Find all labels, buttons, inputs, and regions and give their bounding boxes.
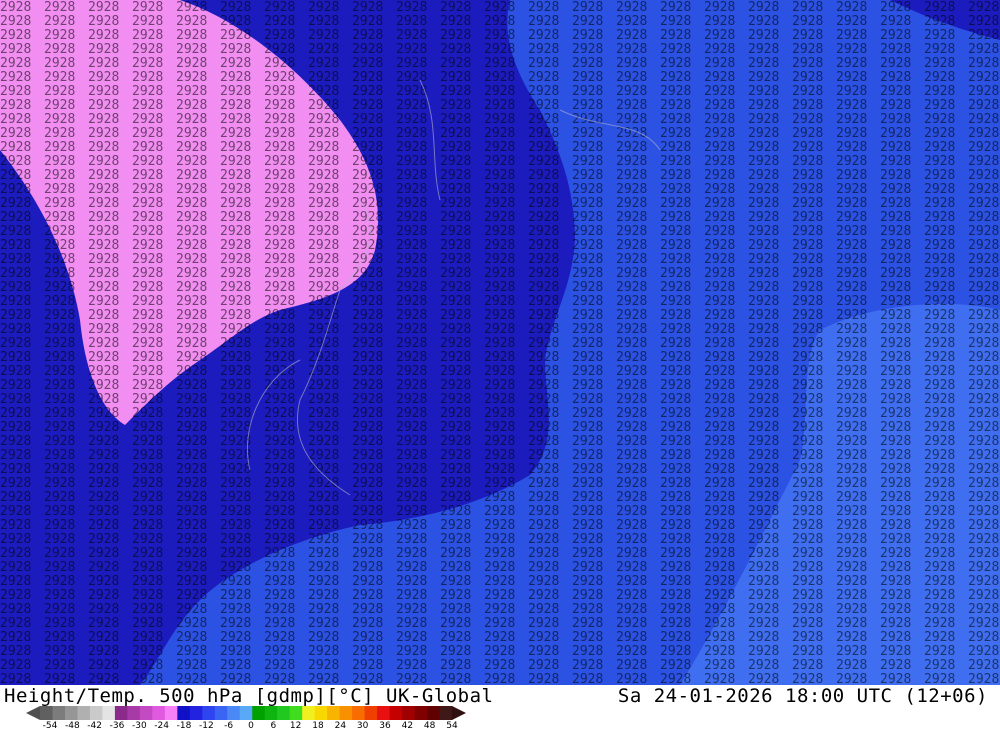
scale-swatch <box>52 706 66 720</box>
scale-swatch <box>427 706 441 720</box>
scale-tick-label: -6 <box>224 721 234 731</box>
scale-swatch <box>289 706 303 720</box>
scale-swatch <box>302 706 316 720</box>
scale-swatch <box>414 706 428 720</box>
scale-swatch <box>177 706 191 720</box>
scale-swatch <box>402 706 416 720</box>
scale-tick-label: -54 <box>42 721 58 731</box>
scale-swatch <box>352 706 366 720</box>
scale-swatch <box>239 706 253 720</box>
scale-swatch <box>102 706 116 720</box>
map-viewer: 2928 Height/Temp. 500 hPa [gdmp][°C] UK-… <box>0 0 1000 733</box>
map-title: Height/Temp. 500 hPa [gdmp][°C] UK-Globa… <box>4 685 494 707</box>
scale-swatch <box>40 706 53 720</box>
scale-tick-label: 54 <box>446 721 458 731</box>
scale-tick-label: 24 <box>334 721 347 731</box>
scale-swatch <box>189 706 203 720</box>
scale-tick-label: 0 <box>248 721 254 731</box>
weather-map: 2928 <box>0 0 1000 685</box>
scale-swatch <box>214 706 228 720</box>
scale-tick-label: -48 <box>64 721 80 731</box>
scale-tick-label: -36 <box>109 721 125 731</box>
scale-tick-label: 48 <box>423 721 436 731</box>
scale-tick-label: 6 <box>270 721 277 731</box>
scale-swatch <box>164 706 178 720</box>
scale-tick-label: 42 <box>401 721 414 731</box>
scale-tick-label: 18 <box>312 721 324 731</box>
scale-arrow-low <box>26 706 40 720</box>
scale-tick-label: -12 <box>198 721 214 731</box>
scale-swatch <box>439 706 453 720</box>
scale-tick-label: 12 <box>289 721 302 731</box>
scale-swatch <box>314 706 328 720</box>
scale-tick-label: -30 <box>131 721 147 731</box>
scale-swatch <box>327 706 341 720</box>
color-scale-ticks: -54 -48 -42 -36 -30 -24 -18 -12 -6 0 6 12 18 24 30 36 42… <box>0 721 470 733</box>
scale-arrow-high <box>452 706 466 720</box>
scale-tick-label: -42 <box>87 721 103 731</box>
scale-swatch <box>202 706 216 720</box>
color-scale <box>26 706 466 720</box>
legend-bar: Height/Temp. 500 hPa [gdmp][°C] UK-Globa… <box>0 685 1000 733</box>
scale-swatch <box>127 706 141 720</box>
scale-swatch <box>264 706 278 720</box>
contour-label-texture <box>0 0 1000 685</box>
scale-swatch <box>339 706 353 720</box>
scale-swatch <box>364 706 378 720</box>
scale-tick-label: 36 <box>379 721 391 731</box>
scale-swatch <box>227 706 241 720</box>
scale-swatch <box>277 706 291 720</box>
scale-swatch <box>389 706 403 720</box>
scale-swatch <box>377 706 391 720</box>
scale-tick-label: 30 <box>356 721 369 731</box>
scale-swatch <box>64 706 78 720</box>
scale-swatch <box>89 706 103 720</box>
scale-swatch <box>77 706 91 720</box>
scale-swatch <box>252 706 266 720</box>
scale-swatch <box>139 706 153 720</box>
valid-time: Sa 24-01-2026 18:00 UTC (12+06) <box>617 685 988 707</box>
scale-swatch <box>114 706 128 720</box>
scale-tick-label: -24 <box>154 721 170 731</box>
scale-swatch <box>152 706 166 720</box>
scale-tick-label: -18 <box>176 721 192 731</box>
